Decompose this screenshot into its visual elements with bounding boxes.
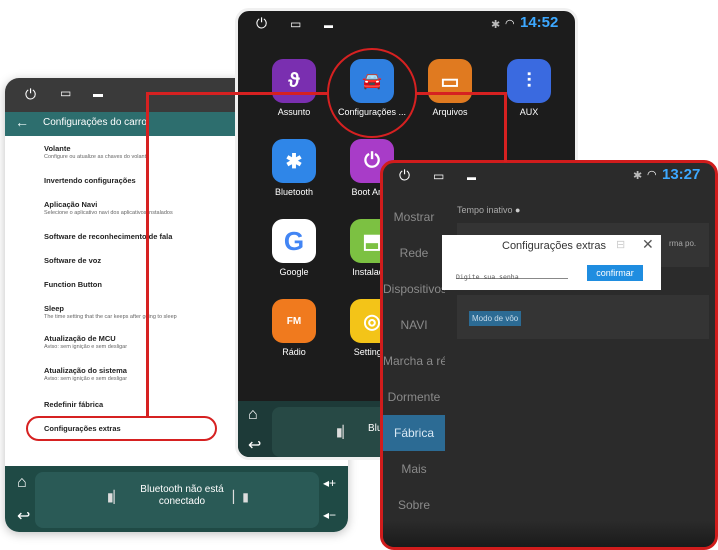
close-icon[interactable]: ✕ [642, 236, 654, 253]
bluetooth-status: Bluetooth não está conectado [127, 484, 237, 508]
connector-line-top-left [146, 92, 328, 95]
window-icon[interactable]: ▭ [290, 17, 301, 31]
tab-sobre[interactable]: Sobre [383, 487, 445, 523]
password-dialog: Configurações extras ⊟ ✕ Digite sua senh… [442, 235, 661, 290]
status-bar: ⏻ ▭ ▬ ✱ ◠ 13:27 [383, 163, 715, 193]
wifi-icon: ◠ [505, 18, 515, 30]
password-input[interactable]: Digite sua senha [456, 266, 568, 281]
tab-dormente[interactable]: Dormente [383, 379, 445, 415]
back-arrow-icon[interactable]: ← [15, 114, 29, 130]
back-icon[interactable]: ↩ [248, 435, 261, 455]
tempo-label-text: Tempo inativo [457, 205, 513, 215]
volume-down-icon[interactable]: ◂− [323, 508, 336, 522]
home-icon[interactable]: ⌂ [248, 406, 258, 424]
wifi-icon: ◠ [647, 169, 657, 181]
power-icon[interactable]: ⏻ [256, 15, 267, 32]
clock-time: 13:27 [662, 166, 701, 183]
app-label: Google [279, 267, 309, 277]
app-aux[interactable]: ⫶ AUX [490, 59, 568, 117]
app-radio[interactable]: FM Rádio [255, 299, 333, 357]
password-placeholder: Digite sua senha [456, 273, 519, 281]
tab-mostrar[interactable]: Mostrar [383, 199, 445, 235]
back-icon[interactable]: ↩ [17, 506, 30, 526]
radio-icon: FM [272, 299, 316, 343]
clock-time: 14:52 [520, 14, 559, 31]
modo-panel: Modo de vôo [457, 295, 709, 339]
tab-marcha-a-re[interactable]: Marcha a ré [383, 343, 445, 379]
app-arquivos[interactable]: ▭ Arquivos [411, 59, 489, 117]
image-icon: ▬ [324, 20, 333, 30]
image-icon: ▬ [467, 172, 476, 182]
app-google[interactable]: G Google [255, 219, 333, 277]
app-label: Rádio [282, 347, 306, 357]
folder-icon: ▭ [428, 59, 472, 103]
bluetooth-line-2: conectado [158, 496, 206, 507]
confirm-button[interactable]: confirmar [587, 265, 643, 281]
lock-icon: ⊟ [616, 239, 626, 251]
google-icon: G [272, 219, 316, 263]
status-bar: ⏻ ▭ ▬ ✱ ◠ 14:52 [238, 11, 575, 43]
app-bluetooth[interactable]: ✱ Bluetooth [255, 139, 333, 197]
image-icon: ▬ [93, 89, 103, 100]
bluetooth-status-icon: ✱ [491, 19, 501, 31]
app-label: Arquivos [432, 107, 468, 117]
window-icon[interactable]: ▭ [60, 86, 71, 100]
settings-sidebar: Mostrar Rede Dispositivos NAVI Marcha a … [383, 195, 445, 535]
tab-navi[interactable]: NAVI [383, 307, 445, 343]
dialog-title: Configurações extras [502, 240, 606, 252]
connector-line-vertical-right [504, 92, 507, 162]
app-label: Bluetooth [274, 187, 314, 197]
modo-voo-toggle[interactable]: Modo de vôo [469, 311, 522, 326]
prev-track-icon[interactable]: ▮▏ [336, 425, 352, 439]
bottom-fade [383, 521, 715, 547]
chameleon-icon: ϑ [272, 59, 316, 103]
app-label: Assunto [277, 107, 311, 117]
system-settings-screen: ⏻ ▭ ▬ ✱ ◠ 13:27 Mostrar Rede Dispositivo… [380, 160, 718, 550]
prev-track-icon[interactable]: ▮▏ [107, 490, 123, 504]
power-icon[interactable]: ⏻ [399, 167, 410, 184]
tab-dispositivos[interactable]: Dispositivos [383, 271, 445, 307]
tempo-inativo-label: Tempo inativo ● [457, 205, 520, 215]
home-icon[interactable]: ⌂ [17, 474, 27, 492]
tab-mais[interactable]: Mais [383, 451, 445, 487]
highlight-circle [327, 48, 417, 138]
page-title: Configurações do carro [43, 117, 147, 128]
connector-line-top-right [416, 92, 506, 95]
power-icon[interactable]: ⏻ [25, 86, 36, 103]
bluetooth-status-icon: ✱ [633, 170, 643, 182]
aux-icon: ⫶ [507, 59, 551, 103]
bluetooth-dock: ▮▏ Bluetooth não está conectado ▏▮ [35, 472, 319, 528]
next-track-icon[interactable]: ▏▮ [233, 490, 249, 504]
app-label: AUX [519, 107, 539, 117]
highlight-pill [26, 416, 217, 441]
bluetooth-line-1: Bluetooth não está [140, 484, 224, 495]
tab-fabrica[interactable]: Fábrica [383, 415, 445, 451]
app-assunto[interactable]: ϑ Assunto [255, 59, 333, 117]
connector-line-vertical-left [146, 92, 149, 417]
hint-text: rma po. [669, 239, 697, 248]
window-icon[interactable]: ▭ [433, 169, 444, 183]
tab-rede[interactable]: Rede [383, 235, 445, 271]
bluetooth-icon: ✱ [272, 139, 316, 183]
volume-up-icon[interactable]: ◂+ [323, 476, 336, 490]
info-icon: ● [515, 205, 521, 215]
